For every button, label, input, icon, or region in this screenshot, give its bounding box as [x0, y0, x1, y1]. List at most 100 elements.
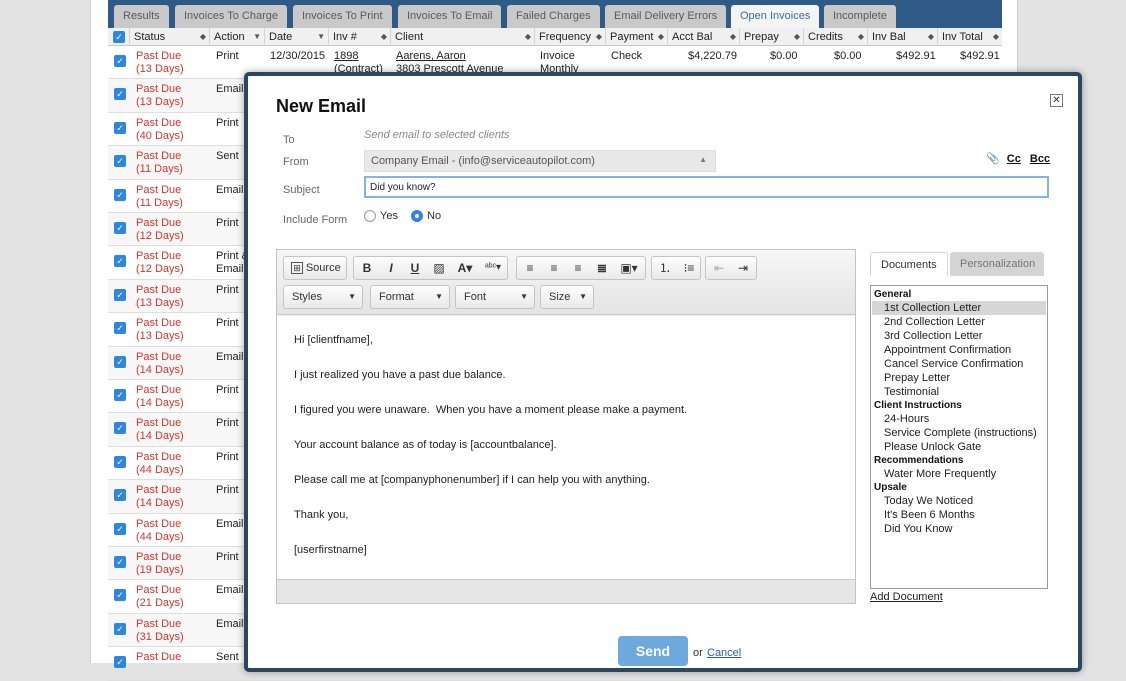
- size-dropdown[interactable]: Size ▼: [540, 285, 594, 309]
- document-item[interactable]: Water More Frequently: [872, 467, 1046, 481]
- text-color-icon[interactable]: A▾: [452, 257, 478, 279]
- document-item[interactable]: 2nd Collection Letter: [872, 315, 1046, 329]
- document-item[interactable]: It's Been 6 Months: [872, 508, 1046, 522]
- row-checkbox[interactable]: ✓: [114, 188, 126, 201]
- status-cell: Past Due (14 Days): [136, 417, 184, 443]
- radio-yes[interactable]: [364, 210, 376, 223]
- row-checkbox[interactable]: ✓: [114, 355, 126, 368]
- document-item[interactable]: Today We Noticed: [872, 494, 1046, 508]
- document-group-label: Upsale: [874, 482, 907, 493]
- tab-invoices-to-charge[interactable]: Invoices To Charge: [175, 5, 287, 28]
- image-icon[interactable]: ▨: [428, 257, 450, 279]
- column-inv-total[interactable]: Inv Total ◆: [938, 28, 1002, 46]
- column-inv-num[interactable]: Inv # ◆: [329, 28, 391, 46]
- bullet-list-icon[interactable]: ⁝≡: [678, 257, 700, 279]
- row-checkbox[interactable]: ✓: [114, 88, 126, 101]
- tab-invoices-to-print[interactable]: Invoices To Print: [293, 5, 392, 28]
- column-client[interactable]: Client ◆: [391, 28, 535, 46]
- tab-incomplete[interactable]: Incomplete: [824, 5, 896, 28]
- underline-button[interactable]: U: [404, 257, 426, 279]
- row-checkbox[interactable]: ✓: [114, 522, 126, 535]
- source-button[interactable]: ⊞ Source: [283, 256, 347, 280]
- status-cell: Past Due (40 Days): [136, 116, 184, 142]
- row-checkbox[interactable]: ✓: [114, 389, 126, 401]
- row-checkbox[interactable]: ✓: [114, 589, 126, 602]
- align-right-icon[interactable]: ≡: [567, 257, 589, 279]
- tab-invoices-to-email[interactable]: Invoices To Email: [398, 5, 502, 28]
- tab-email-delivery-errors[interactable]: Email Delivery Errors: [605, 5, 727, 28]
- numbered-list-icon[interactable]: ⒈: [654, 257, 676, 279]
- bcc-link[interactable]: Bcc: [1030, 153, 1050, 165]
- row-prepay: $0.00: [770, 50, 798, 62]
- document-item[interactable]: Service Complete (instructions): [872, 426, 1046, 440]
- document-item[interactable]: 3rd Collection Letter: [872, 329, 1046, 343]
- row-checkbox[interactable]: ✓: [114, 322, 126, 335]
- align-center-icon[interactable]: ≡: [543, 257, 565, 279]
- invoice-table-header: ✓ Status ◆ Action ▼ Date ▼ Inv # ◆ Client ◆ F…: [108, 28, 1002, 46]
- from-select[interactable]: Company Email - (info@serviceautopilot.c…: [364, 150, 716, 172]
- tab-results[interactable]: Results: [114, 5, 169, 28]
- radio-no-selected[interactable]: [411, 210, 424, 223]
- document-item[interactable]: Did You Know: [872, 522, 1046, 536]
- table-icon[interactable]: ▣▾: [615, 257, 643, 279]
- document-item[interactable]: 1st Collection Letter: [872, 301, 1046, 315]
- format-dropdown[interactable]: Format ▼: [370, 285, 450, 309]
- column-inv-bal[interactable]: Inv Bal ◆: [868, 28, 938, 46]
- column-payment[interactable]: Payment ◆: [606, 28, 668, 46]
- italic-button[interactable]: I: [380, 257, 402, 279]
- document-item[interactable]: Testimonial: [872, 385, 1046, 399]
- column-status[interactable]: Status ◆: [130, 28, 210, 46]
- justify-icon[interactable]: ≣: [591, 257, 613, 279]
- outdent-icon[interactable]: ⇤: [708, 257, 730, 279]
- row-checkbox[interactable]: ✓: [114, 422, 126, 435]
- email-body[interactable]: Hi [clientfname], I just realized you ha…: [277, 316, 855, 579]
- document-item[interactable]: Cancel Service Confirmation: [872, 357, 1046, 371]
- styles-dropdown[interactable]: Styles ▼: [283, 285, 363, 309]
- align-left-icon[interactable]: ≡: [519, 257, 541, 279]
- tab-documents[interactable]: Documents: [870, 252, 948, 276]
- row-checkbox[interactable]: ✓: [114, 556, 126, 568]
- status-cell: Past Due (13 Days): [136, 50, 184, 75]
- font-dropdown[interactable]: Font ▼: [455, 285, 535, 309]
- document-item[interactable]: Appointment Confirmation: [872, 343, 1046, 357]
- paperclip-icon[interactable]: 📎: [986, 153, 1000, 165]
- select-all-checkbox[interactable]: ✓: [113, 31, 125, 43]
- chevron-down-icon: ▼: [348, 292, 356, 301]
- subject-input[interactable]: [364, 176, 1049, 198]
- row-checkbox[interactable]: ✓: [114, 222, 126, 234]
- tab-open-invoices[interactable]: Open Invoices: [731, 5, 820, 28]
- row-checkbox[interactable]: ✓: [114, 489, 126, 502]
- column-acct-bal[interactable]: Acct Bal ◆: [668, 28, 740, 46]
- select-all-cell[interactable]: ✓: [108, 28, 130, 46]
- spellcheck-icon[interactable]: ᵃᵇᶜ▾: [480, 257, 506, 279]
- column-frequency[interactable]: Frequency ◆: [535, 28, 606, 46]
- column-credits[interactable]: Credits ◆: [804, 28, 868, 46]
- row-checkbox[interactable]: ✓: [114, 288, 126, 301]
- row-checkbox[interactable]: ✓: [114, 656, 126, 669]
- status-cell: Past Due (19 Days): [136, 551, 184, 576]
- add-document-link[interactable]: Add Document: [870, 591, 943, 603]
- row-checkbox[interactable]: ✓: [114, 455, 126, 468]
- row-checkbox[interactable]: ✓: [114, 121, 126, 134]
- cancel-link[interactable]: Cancel: [707, 647, 741, 659]
- row-checkbox[interactable]: ✓: [114, 255, 126, 268]
- include-form-no[interactable]: No: [411, 210, 441, 223]
- indent-icon[interactable]: ⇥: [732, 257, 754, 279]
- tab-personalization[interactable]: Personalization: [950, 252, 1044, 276]
- bold-button[interactable]: B: [356, 257, 378, 279]
- row-checkbox[interactable]: ✓: [114, 55, 126, 67]
- document-item[interactable]: Prepay Letter: [872, 371, 1046, 385]
- column-date[interactable]: Date ▼: [265, 28, 329, 46]
- row-checkbox[interactable]: ✓: [114, 622, 126, 635]
- document-item[interactable]: 24-Hours: [872, 412, 1046, 426]
- document-item[interactable]: Please Unlock Gate: [872, 440, 1046, 454]
- include-form-yes[interactable]: Yes: [364, 210, 398, 223]
- column-prepay[interactable]: Prepay ◆: [740, 28, 804, 46]
- close-icon[interactable]: ✕: [1050, 94, 1063, 107]
- tab-failed-charges[interactable]: Failed Charges: [507, 5, 600, 28]
- send-button[interactable]: Send: [618, 636, 688, 666]
- column-action[interactable]: Action ▼: [210, 28, 265, 46]
- cc-link[interactable]: Cc: [1007, 153, 1021, 165]
- documents-list: General 1st Collection Letter 2nd Collecti…: [870, 285, 1048, 589]
- row-checkbox[interactable]: ✓: [114, 155, 126, 168]
